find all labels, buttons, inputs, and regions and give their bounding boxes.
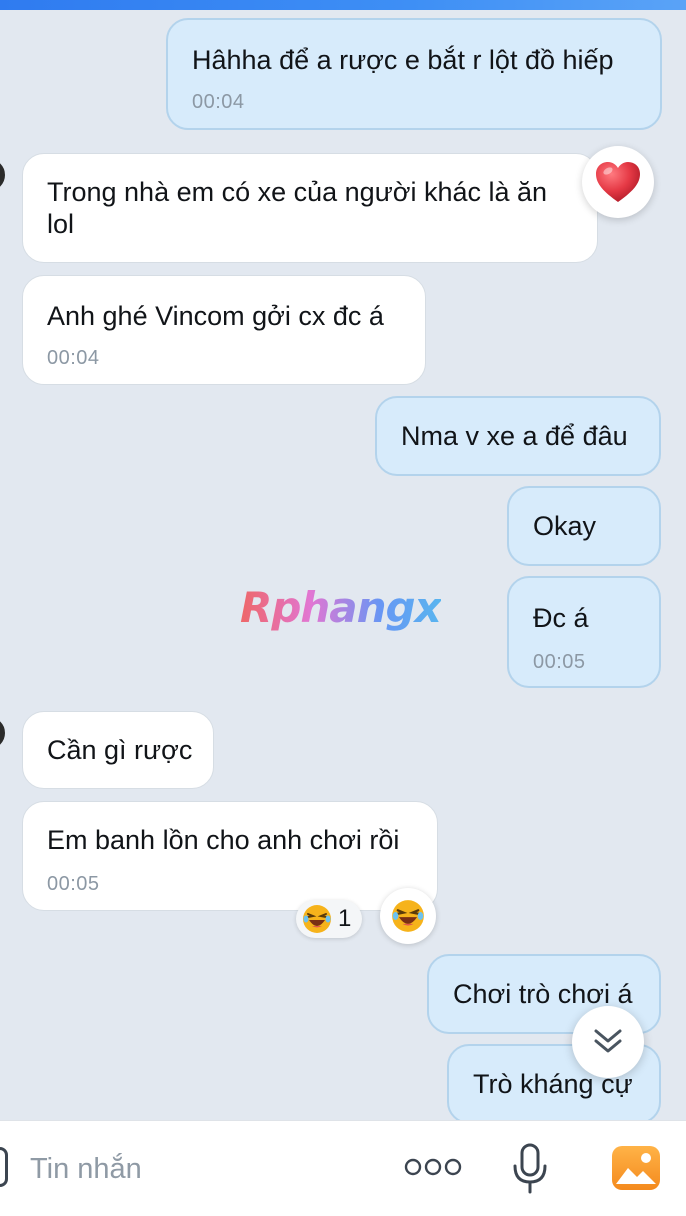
message-bubble-incoming[interactable]: Trong nhà em có xe của người khác là ăn … [22,153,598,263]
message-bubble-outgoing[interactable]: Hâhha để a rược e bắt r lột đồ hiếp 00:0… [166,18,662,130]
message-composer: Tin nhắn [0,1120,686,1216]
message-text: Anh ghé Vincom gởi cx đc á [47,301,384,331]
message-text: Cần gì rược [47,735,193,765]
message-bubble-outgoing[interactable]: Nma v xe a để đâu [375,396,661,476]
top-accent-bar [0,0,686,10]
avatar[interactable] [0,714,8,752]
message-text: Em banh lồn cho anh chơi rồi [47,825,400,855]
more-dots-icon[interactable] [404,1156,462,1178]
heart-icon [596,162,640,202]
message-bubble-incoming[interactable]: Cần gì rược [22,711,214,789]
reaction-count-chip[interactable]: 1 [296,900,362,938]
watermark-logo: Rphangx [240,583,442,632]
chevron-double-down-icon [594,1029,622,1053]
message-text: Trong nhà em có xe của người khác là ăn … [47,177,548,239]
message-time: 00:04 [47,347,100,369]
message-time: 00:05 [533,651,586,673]
message-text: Nma v xe a để đâu [401,421,628,451]
microphone-icon[interactable] [510,1142,550,1196]
laughing-face-icon [303,905,331,933]
message-time: 00:05 [47,873,100,895]
message-input[interactable]: Tin nhắn [30,1151,142,1187]
message-text: Đc á [533,603,589,633]
message-bubble-outgoing[interactable]: Okay [507,486,661,566]
message-bubble-incoming[interactable]: Anh ghé Vincom gởi cx đc á 00:04 [22,275,426,385]
message-text: Okay [533,511,597,541]
laughing-face-icon [392,900,424,932]
scroll-to-bottom-button[interactable] [572,1006,644,1078]
sticker-icon[interactable] [0,1147,8,1187]
message-bubble-outgoing[interactable]: Đc á 00:05 [507,576,661,688]
message-bubble-incoming[interactable]: Em banh lồn cho anh chơi rồi 00:05 [22,801,438,911]
message-time: 00:04 [192,91,245,113]
reaction-count: 1 [338,905,352,932]
message-text: Hâhha để a rược e bắt r lột đồ hiếp [192,45,614,75]
image-icon[interactable] [610,1144,662,1192]
avatar[interactable] [0,156,8,194]
add-reaction-button[interactable] [380,888,436,944]
heart-reaction[interactable] [582,146,654,218]
